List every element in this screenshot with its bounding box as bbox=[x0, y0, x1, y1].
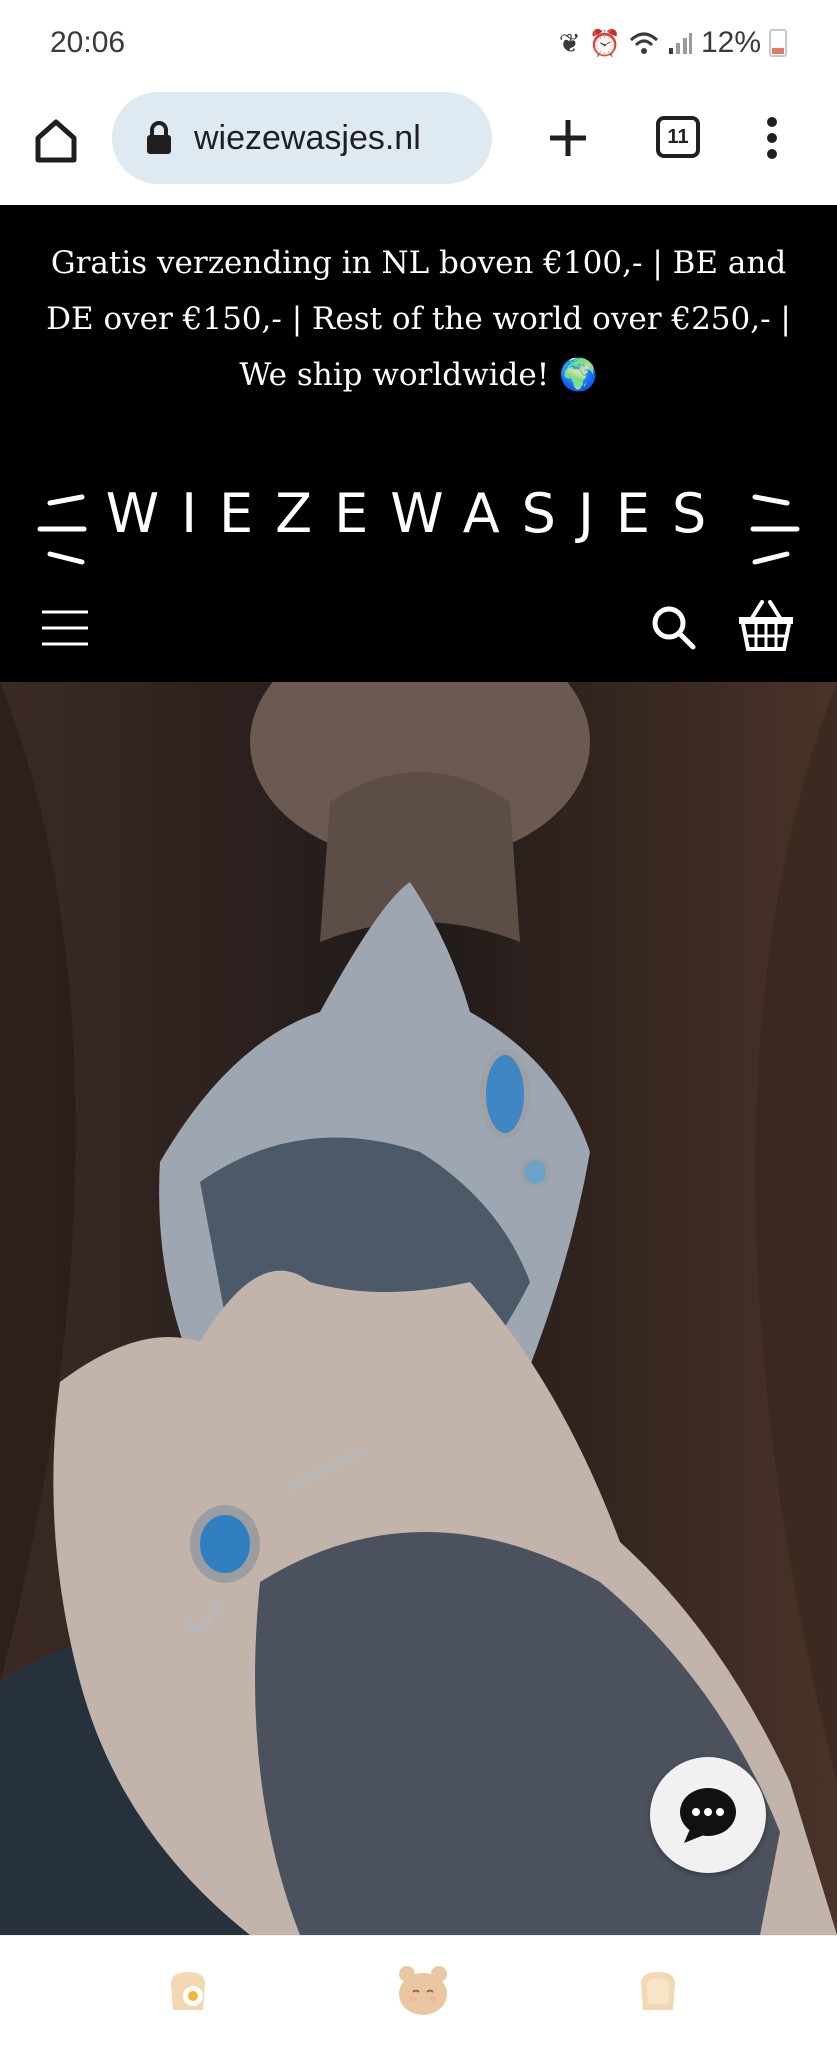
announcement-bar: Gratis verzending in NL boven €100,- | B… bbox=[0, 205, 837, 420]
search-icon[interactable] bbox=[650, 604, 696, 650]
bear-face-icon[interactable] bbox=[395, 1962, 451, 2018]
announcement-text: Gratis verzending in NL boven €100,- | B… bbox=[46, 245, 791, 393]
site-header: WIEZEWASJES bbox=[0, 420, 837, 682]
battery-percent: 12% bbox=[700, 26, 761, 59]
home-icon[interactable] bbox=[28, 112, 84, 168]
bottom-toolbar bbox=[0, 1935, 837, 2049]
tabs-button[interactable]: 11 bbox=[656, 116, 700, 158]
battery-icon bbox=[769, 29, 787, 57]
chat-bubble-icon bbox=[680, 1788, 736, 1843]
status-icons: ❦ ⏰ 12% bbox=[559, 26, 787, 60]
alarm-icon: ⏰ bbox=[588, 27, 621, 58]
toast-egg-icon[interactable] bbox=[163, 1966, 213, 2016]
hamburger-menu-icon[interactable] bbox=[40, 608, 90, 648]
status-time: 20:06 bbox=[50, 26, 126, 59]
hero-image[interactable] bbox=[0, 682, 837, 1935]
signal-icon bbox=[668, 33, 692, 54]
chat-button[interactable] bbox=[650, 1757, 766, 1873]
more-vert-icon[interactable] bbox=[752, 110, 792, 166]
logo-text[interactable]: WIEZEWASJES bbox=[92, 482, 742, 545]
lock-icon bbox=[147, 121, 171, 154]
hero-illustration bbox=[0, 682, 837, 1935]
leaf-icon: ❦ bbox=[558, 27, 581, 58]
url-text: wiezewasjes.nl bbox=[194, 118, 421, 157]
status-bar: 20:06 ❦ ⏰ 12% bbox=[0, 0, 837, 90]
basket-icon[interactable] bbox=[736, 598, 796, 652]
browser-toolbar: wiezewasjes.nl 11 bbox=[0, 90, 837, 206]
tab-count: 11 bbox=[667, 125, 689, 148]
url-bar[interactable]: wiezewasjes.nl bbox=[112, 92, 492, 184]
wifi-icon bbox=[629, 32, 658, 54]
toast-icon[interactable] bbox=[633, 1966, 683, 2016]
plus-icon[interactable] bbox=[540, 110, 596, 166]
